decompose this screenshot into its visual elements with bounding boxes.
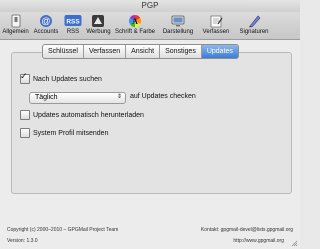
display-icon [171, 15, 185, 27]
at-icon: @ [40, 15, 52, 27]
check-updates-label: Nach Updates suchen [33, 75, 102, 83]
toolbar-item-signaturen[interactable]: Signaturen [234, 12, 274, 39]
auto-download-label: Updates automatisch herunterladen [33, 111, 144, 119]
toolbar-item-allgemein[interactable]: Allgemein [0, 12, 31, 39]
tab-schluessel[interactable]: Schlüssel [43, 45, 84, 58]
toolbar-label: Allgemein [2, 29, 29, 35]
tab-verfassen[interactable]: Verfassen [84, 45, 127, 58]
ad-icon [92, 15, 104, 27]
version-text: Version: 1.3.0 [7, 238, 38, 244]
update-frequency-select[interactable]: Täglich ⇕ [29, 92, 126, 104]
svg-text:@: @ [41, 16, 50, 26]
toolbar-label: RSS [66, 29, 80, 35]
rss-icon: RSS [64, 15, 82, 26]
window-title: PGP [141, 1, 159, 10]
resize-grip-icon[interactable] [291, 240, 298, 247]
toolbar-label: Werbung [86, 29, 111, 35]
checkmark-icon: ✓ [20, 71, 28, 81]
svg-text:RSS: RSS [66, 19, 80, 26]
preferences-window: PGP Allgemein @ Accounts RSS RSS Werbung… [0, 0, 300, 249]
toolbar-label: Darstellung [162, 29, 194, 35]
svg-text:A: A [132, 17, 138, 26]
system-profile-option[interactable]: System Profil mitsenden [20, 128, 108, 138]
toolbar-item-darstellung[interactable]: Darstellung [158, 12, 198, 39]
compose-icon [210, 15, 223, 28]
toolbar-item-verfassen[interactable]: Verfassen [198, 12, 234, 39]
toolbar-item-werbung[interactable]: Werbung [85, 12, 112, 39]
system-profile-checkbox[interactable] [20, 128, 30, 138]
preferences-toolbar: Allgemein @ Accounts RSS RSS Werbung A S… [0, 12, 300, 40]
check-updates-checkbox[interactable]: ✓ [20, 71, 30, 84]
tab-ansicht[interactable]: Ansicht [126, 45, 161, 58]
updown-arrows-icon: ⇕ [116, 94, 122, 100]
toolbar-item-rss[interactable]: RSS RSS [61, 12, 85, 39]
update-frequency-suffix: auf Updates checken [130, 93, 196, 100]
toolbar-label: Verfassen [202, 29, 230, 35]
toolbar-label: Schrift & Farbe [114, 29, 155, 35]
pen-icon [249, 15, 261, 28]
color-wheel-icon: A [128, 14, 142, 27]
auto-download-option[interactable]: Updates automatisch herunterladen [20, 110, 144, 120]
toolbar-label: Accounts [33, 29, 59, 35]
website-link[interactable]: http://www.gpgmail.org [233, 238, 284, 244]
toolbar-item-schrift-farbe[interactable]: A Schrift & Farbe [112, 12, 158, 39]
title-bar: PGP [0, 0, 300, 12]
tab-updates[interactable]: Updates [201, 45, 238, 58]
toolbar-item-accounts[interactable]: @ Accounts [31, 12, 61, 39]
copyright-text: Copyright (c) 2000–2010 – GPGMail Projec… [7, 227, 119, 233]
toolbar-label: Signaturen [239, 29, 269, 35]
update-frequency-value: Täglich [35, 94, 58, 101]
contact-text: Kontakt: gpgmail-devel@lists.gpgmail.org [200, 227, 293, 233]
system-profile-label: System Profil mitsenden [33, 129, 109, 137]
switch-icon [11, 14, 21, 28]
tab-sonstiges[interactable]: Sonstiges [160, 45, 202, 58]
tab-bar: Schlüssel Verfassen Ansicht Sonstiges Up… [42, 44, 239, 59]
auto-download-checkbox[interactable] [20, 110, 30, 120]
check-updates-option[interactable]: ✓ Nach Updates suchen [20, 71, 102, 84]
preferences-content: Schlüssel Verfassen Ansicht Sonstiges Up… [0, 40, 300, 249]
